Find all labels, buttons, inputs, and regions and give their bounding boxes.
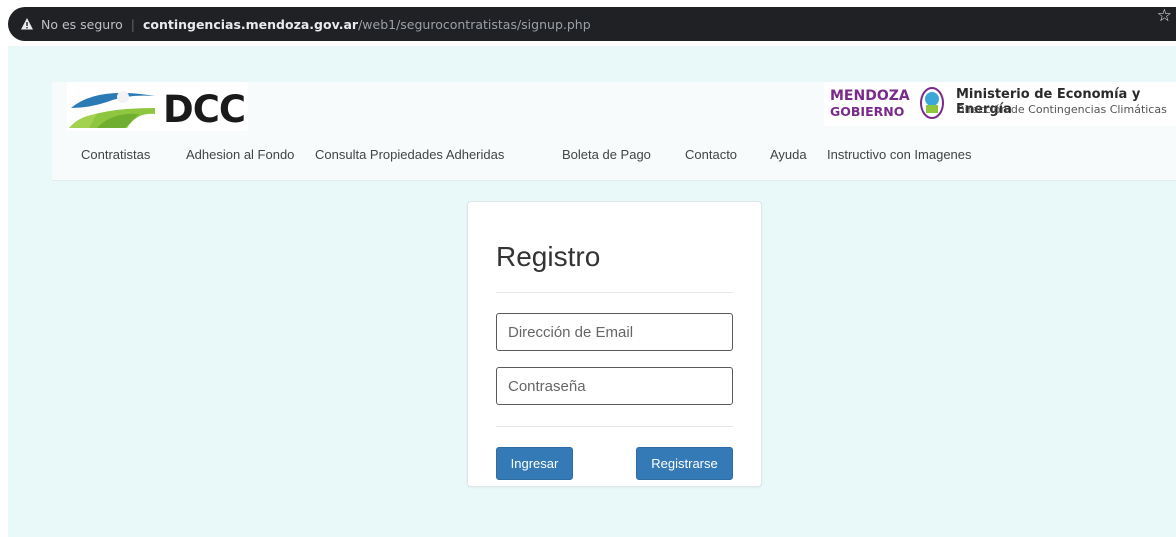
page-viewport: DCC MENDOZA GOBIERNO Ministerio de Econo…: [8, 46, 1176, 537]
ministry-subtitle: Dirección de Contingencias Climáticas: [956, 103, 1167, 116]
nav-item-ayuda[interactable]: Ayuda: [770, 147, 807, 162]
register-button[interactable]: Registrarse: [636, 447, 733, 480]
security-label[interactable]: No es seguro: [41, 17, 123, 32]
url-domain[interactable]: contingencias.mendoza.gov.ar: [143, 17, 358, 32]
login-button[interactable]: Ingresar: [496, 447, 573, 480]
divider: [496, 426, 733, 427]
nav-item-contratistas[interactable]: Contratistas: [81, 147, 150, 162]
url-bar[interactable]: No es seguro | contingencias.mendoza.gov…: [8, 7, 1176, 41]
email-field[interactable]: [496, 313, 733, 351]
nav-item-contacto[interactable]: Contacto: [685, 147, 737, 162]
gobierno-label: GOBIERNO: [830, 104, 905, 119]
nav-item-adhesion[interactable]: Adhesion al Fondo: [186, 147, 294, 162]
dcc-logo-icon: [69, 91, 155, 128]
url-separator: |: [130, 16, 135, 32]
nav-item-instructivo[interactable]: Instructivo con Imagenes: [827, 147, 972, 162]
nav-item-boleta[interactable]: Boleta de Pago: [562, 147, 651, 162]
dcc-logo-text: DCC: [163, 88, 246, 131]
nav-item-consulta[interactable]: Consulta Propiedades Adheridas: [315, 147, 504, 162]
url-path[interactable]: /web1/segurocontratistas/signup.php: [358, 17, 591, 32]
star-icon[interactable]: ☆: [1157, 7, 1172, 25]
password-field[interactable]: [496, 367, 733, 405]
register-card: Registro Ingresar Registrarse: [467, 201, 762, 487]
warning-icon[interactable]: [20, 17, 34, 31]
divider: [496, 292, 733, 293]
mendoza-shield-icon: [920, 87, 944, 119]
dcc-logo[interactable]: DCC: [67, 82, 248, 131]
mendoza-label: MENDOZA: [830, 88, 910, 104]
page-title: Registro: [496, 241, 601, 272]
government-logo[interactable]: MENDOZA GOBIERNO Ministerio de Economía …: [824, 82, 1176, 126]
site-header: DCC MENDOZA GOBIERNO Ministerio de Econo…: [52, 82, 1176, 181]
browser-address-bar: No es seguro | contingencias.mendoza.gov…: [0, 0, 1176, 46]
